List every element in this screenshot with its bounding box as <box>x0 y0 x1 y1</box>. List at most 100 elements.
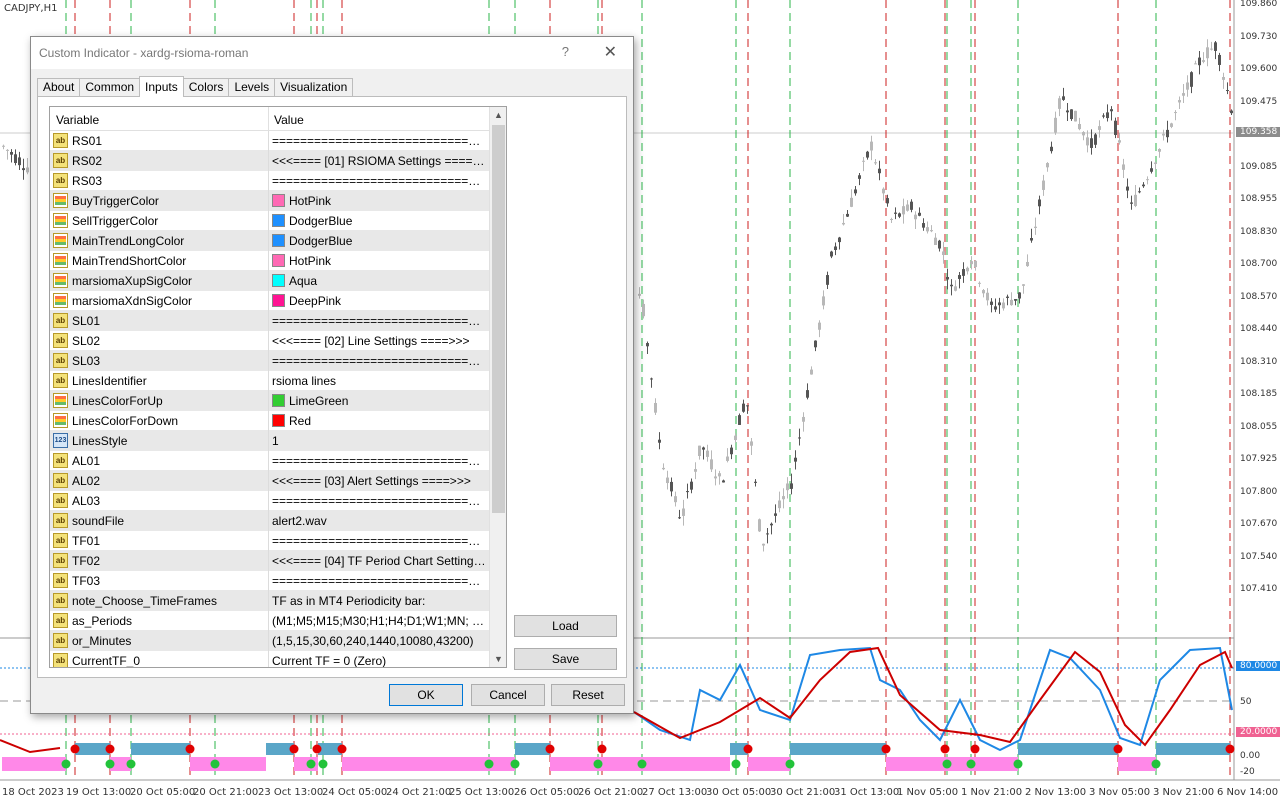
tab-about[interactable]: About <box>37 78 81 97</box>
variable-value[interactable]: ===================================== <box>272 174 486 188</box>
input-row[interactable]: ab SL01 ==================================… <box>50 311 490 331</box>
variable-value[interactable]: ===================================== <box>272 314 486 328</box>
variable-value[interactable]: alert2.wav <box>272 514 486 528</box>
variable-value[interactable]: LimeGreen <box>272 394 486 408</box>
input-row[interactable]: ab CurrentTF_0 Current TF = 0 (Zero) <box>50 651 490 667</box>
candle-body <box>714 476 717 479</box>
variable-value[interactable]: (M1;M5;M15;M30;H1;H4;D1;W1;MN; or:) <box>272 614 486 628</box>
input-row[interactable]: ab AL03 ==================================… <box>50 491 490 511</box>
scroll-up-icon[interactable]: ▲ <box>490 107 506 123</box>
input-row[interactable]: ab RS03 ==================================… <box>50 171 490 191</box>
tab-visualization[interactable]: Visualization <box>274 78 354 97</box>
variable-value[interactable]: DodgerBlue <box>272 234 486 248</box>
input-row[interactable]: LinesColorForDown Red <box>50 411 490 431</box>
variable-name: LinesColorForDown <box>72 414 179 428</box>
time-tick-label: 18 Oct 2023 <box>2 787 64 798</box>
inputs-grid[interactable]: Variable Value ab RS01 ===================… <box>49 106 507 668</box>
tab-colors[interactable]: Colors <box>182 78 230 97</box>
variable-value[interactable]: <<<==== [02] Line Settings ====>>> <box>272 334 486 348</box>
input-row[interactable]: SellTriggerColor DodgerBlue <box>50 211 490 231</box>
input-row[interactable]: marsiomaXupSigColor Aqua <box>50 271 490 291</box>
input-row[interactable]: BuyTriggerColor HotPink <box>50 191 490 211</box>
variable-value[interactable]: <<<==== [03] Alert Settings ====>>> <box>272 474 486 488</box>
variable-name: marsiomaXdnSigColor <box>72 294 193 308</box>
input-row[interactable]: ab SL03 ==================================… <box>50 351 490 371</box>
input-row[interactable]: marsiomaXdnSigColor DeepPink <box>50 291 490 311</box>
input-row[interactable]: ab RS02 <<<==== [01] RSIOMA Settings ====>… <box>50 151 490 171</box>
dialog-title-bar[interactable]: Custom Indicator - xardg-rsioma-roman ? … <box>31 37 633 69</box>
variable-value[interactable]: ===================================== <box>272 354 486 368</box>
variable-value[interactable]: DodgerBlue <box>272 214 486 228</box>
variable-value[interactable]: Red <box>272 414 486 428</box>
signal-line <box>633 646 1233 747</box>
cancel-button[interactable]: Cancel <box>471 684 545 706</box>
input-row[interactable]: ab TF01 ==================================… <box>50 531 490 551</box>
buy-dot <box>731 759 741 769</box>
input-row[interactable]: ab as_Periods (M1;M5;M15;M30;H1;H4;D1;W1;M… <box>50 611 490 631</box>
variable-value[interactable]: (1,5,15,30,60,240,1440,10080,43200) <box>272 634 486 648</box>
trend-bar-up <box>1118 757 1156 771</box>
string-type-icon: ab <box>53 493 68 508</box>
tab-inputs[interactable]: Inputs <box>139 76 184 97</box>
help-icon[interactable]: ? <box>562 44 569 59</box>
variable-value[interactable]: ===================================== <box>272 134 486 148</box>
string-type-icon: ab <box>53 313 68 328</box>
variable-value[interactable]: DeepPink <box>272 294 486 308</box>
close-icon[interactable]: ✕ <box>604 42 617 62</box>
color-type-icon <box>53 253 68 268</box>
input-row[interactable]: ab AL02 <<<==== [03] Alert Settings ====>>… <box>50 471 490 491</box>
input-row[interactable]: ab LinesIdentifier rsioma lines <box>50 371 490 391</box>
variable-value[interactable]: 1 <box>272 434 486 448</box>
candle-body <box>946 276 949 280</box>
variable-value[interactable]: TF as in MT4 Periodicity bar: <box>272 594 486 608</box>
variable-value[interactable]: Aqua <box>272 274 486 288</box>
input-row[interactable]: ab soundFile alert2.wav <box>50 511 490 531</box>
variable-value[interactable]: <<<==== [01] RSIOMA Settings ====>>> <box>272 154 486 168</box>
variable-value[interactable]: ===================================== <box>272 534 486 548</box>
scroll-thumb[interactable] <box>492 125 505 513</box>
tab-levels[interactable]: Levels <box>228 78 276 97</box>
tab-common[interactable]: Common <box>79 78 141 97</box>
column-value[interactable]: Value <box>274 113 304 127</box>
variable-name: AL03 <box>72 494 101 508</box>
variable-value[interactable]: ===================================== <box>272 574 486 588</box>
input-row[interactable]: ab RS01 ==================================… <box>50 131 490 151</box>
input-row[interactable]: ab TF03 ==================================… <box>50 571 490 591</box>
save-button[interactable]: Save <box>514 648 617 670</box>
input-row[interactable]: MainTrendLongColor DodgerBlue <box>50 231 490 251</box>
string-type-icon: ab <box>53 373 68 388</box>
ok-button[interactable]: OK <box>389 684 463 706</box>
string-type-icon: ab <box>53 553 68 568</box>
variable-value[interactable]: Current TF = 0 (Zero) <box>272 654 486 667</box>
candle-body <box>926 227 929 232</box>
grid-scrollbar[interactable]: ▲ ▼ <box>489 107 506 667</box>
input-row[interactable]: MainTrendShortColor HotPink <box>50 251 490 271</box>
input-row[interactable]: ab SL02 <<<==== [02] Line Settings ====>>> <box>50 331 490 351</box>
variable-value[interactable]: HotPink <box>272 254 486 268</box>
color-type-icon <box>53 273 68 288</box>
candle-body <box>882 188 885 194</box>
variable-value[interactable]: <<<==== [04] TF Period Chart Settings ==… <box>272 554 486 568</box>
reset-button[interactable]: Reset <box>551 684 625 706</box>
input-row[interactable]: ab AL01 ==================================… <box>50 451 490 471</box>
price-tick-label: 107.925 <box>1240 454 1278 464</box>
variable-value[interactable]: ===================================== <box>272 454 486 468</box>
column-variable[interactable]: Variable <box>56 113 99 127</box>
candle-body <box>1174 112 1177 114</box>
candle-body <box>1074 110 1077 122</box>
signal-line-left <box>0 739 61 754</box>
input-row[interactable]: ab note_Choose_TimeFrames TF as in MT4 Per… <box>50 591 490 611</box>
load-button[interactable]: Load <box>514 615 617 637</box>
input-row[interactable]: LinesColorForUp LimeGreen <box>50 391 490 411</box>
candle-body <box>822 296 825 306</box>
input-row[interactable]: ab TF02 <<<==== [04] TF Period Chart Setti… <box>50 551 490 571</box>
integer-type-icon: 123 <box>53 433 68 448</box>
variable-value[interactable]: ===================================== <box>272 494 486 508</box>
variable-value[interactable]: rsioma lines <box>272 374 486 388</box>
variable-value[interactable]: HotPink <box>272 194 486 208</box>
candle-body <box>1182 93 1185 96</box>
input-row[interactable]: 123 LinesStyle 1 <box>50 431 490 451</box>
scroll-down-icon[interactable]: ▼ <box>490 651 506 667</box>
candle-body <box>1170 123 1173 127</box>
input-row[interactable]: ab or_Minutes (1,5,15,30,60,240,1440,10080… <box>50 631 490 651</box>
